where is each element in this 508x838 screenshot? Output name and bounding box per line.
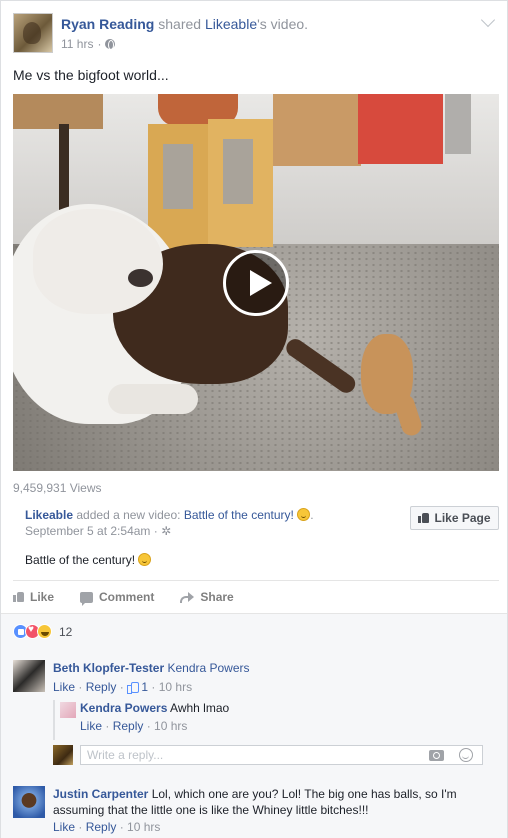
avatar[interactable] (13, 660, 45, 692)
news-feed-post: Ryan Reading shared Likeable's video. 11… (0, 0, 508, 838)
video-frame-trash-can (445, 94, 471, 154)
shared-attachment: Likeable added a new video: Battle of th… (13, 499, 499, 581)
reactions-summary[interactable]: 12 (13, 624, 72, 639)
author-name[interactable]: Ryan Reading (61, 16, 154, 32)
video-frame-box (208, 119, 273, 247)
smiley-icon[interactable] (459, 748, 473, 762)
shared-line: Likeable added a new video: Battle of th… (25, 508, 314, 522)
reply-author[interactable]: Kendra Powers (80, 701, 167, 715)
shared-description-text: Battle of the century! (25, 553, 136, 567)
post-header: Ryan Reading shared Likeable's video. 11… (13, 12, 496, 55)
shared-from-link[interactable]: Likeable (205, 16, 257, 32)
reply-box (80, 745, 483, 765)
chevron-down-icon[interactable] (480, 12, 496, 28)
comment-like-link[interactable]: Like (53, 680, 75, 694)
comment-actions: Like · Reply · 10 hrs (53, 820, 161, 834)
comment-reply-link[interactable]: Reply (86, 820, 117, 834)
shared-date[interactable]: September 5 at 2:54am (25, 524, 150, 538)
video-frame-table (13, 94, 103, 129)
camera-icon[interactable] (429, 750, 444, 761)
thumbs-up-icon (418, 513, 430, 523)
shared-video-link[interactable]: Battle of the century! (184, 508, 294, 522)
comment: Beth Klopfer-Tester Kendra Powers (53, 660, 250, 676)
shared-description: Battle of the century! (25, 553, 152, 567)
shared-added-text: added a new video: (76, 508, 181, 522)
share-icon (180, 592, 195, 603)
comment-actions: Like · Reply · 1 · 10 hrs (53, 680, 193, 694)
like-label: Like (30, 590, 55, 604)
reply-actions: Like · Reply · 10 hrs (80, 719, 188, 733)
video-frame-cardboard (273, 94, 361, 166)
post-time[interactable]: 11 hrs (61, 37, 93, 51)
action-text: shared (158, 16, 202, 32)
haha-reaction-icon (37, 624, 52, 639)
share-button[interactable]: Share (180, 586, 234, 608)
thumbs-up-icon (127, 682, 140, 694)
like-button[interactable]: Like (13, 586, 54, 608)
post-header-line: Ryan Reading shared Likeable's video. (61, 16, 308, 32)
comment-icon (80, 591, 94, 606)
globe-icon (105, 39, 116, 50)
view-count: 9,459,931 Views (13, 481, 102, 495)
comment-time[interactable]: 10 hrs (127, 820, 160, 834)
video-frame-dog-leg (108, 384, 198, 414)
comment: Justin Carpenter Lol, which one are you?… (53, 786, 483, 818)
reply-text: Awhh lmao (170, 701, 230, 715)
comment-author[interactable]: Justin Carpenter (53, 787, 148, 801)
comment-author[interactable]: Beth Klopfer-Tester (53, 661, 164, 675)
post-text: Me vs the bigfoot world... (13, 67, 169, 83)
smiley-emoji-icon (138, 553, 152, 566)
video-frame-box (148, 124, 210, 249)
reply-input[interactable] (81, 746, 411, 764)
reply-thread-line (53, 700, 55, 740)
avatar (53, 745, 73, 765)
reply-comment: Kendra Powers Awhh lmao (80, 700, 229, 716)
avatar[interactable] (60, 702, 76, 718)
shared-period: . (310, 508, 314, 522)
post-meta: 11 hrs · (61, 37, 116, 51)
shared-page-link[interactable]: Likeable (25, 508, 73, 522)
comment-time[interactable]: 10 hrs (159, 680, 192, 694)
comment-like-link[interactable]: Like (53, 820, 75, 834)
comments-section: 12 Beth Klopfer-Tester Kendra Powers Lik… (1, 613, 507, 838)
like-page-label: Like Page (434, 511, 491, 525)
play-button-icon[interactable] (223, 250, 289, 316)
thumbs-up-icon (13, 592, 24, 602)
reply-like-link[interactable]: Like (80, 719, 102, 733)
comment-tag[interactable]: Kendra Powers (167, 661, 249, 675)
avatar[interactable] (13, 786, 45, 818)
shared-suffix: 's video. (257, 16, 309, 32)
video-frame-big-dog-head (33, 209, 163, 314)
smiley-emoji-icon (297, 508, 311, 521)
video-frame-dog-nose (128, 269, 153, 287)
post-actions: Like Comment Share (13, 586, 499, 608)
author-avatar[interactable] (13, 13, 53, 53)
video-player[interactable] (13, 94, 499, 471)
comment-button[interactable]: Comment (80, 586, 154, 608)
comment-label: Comment (99, 590, 155, 604)
comment-like-count[interactable]: 1 (141, 680, 148, 694)
reply-time[interactable]: 10 hrs (154, 719, 187, 733)
comment-reply-link[interactable]: Reply (86, 680, 117, 694)
reply-reply-link[interactable]: Reply (113, 719, 144, 733)
share-label: Share (200, 590, 234, 604)
video-frame-table-leg (59, 124, 69, 214)
shared-meta: September 5 at 2:54am · ✲ (25, 524, 172, 538)
video-frame-red-box (358, 94, 443, 164)
like-page-button[interactable]: Like Page (410, 506, 499, 530)
reaction-count: 12 (59, 624, 73, 639)
